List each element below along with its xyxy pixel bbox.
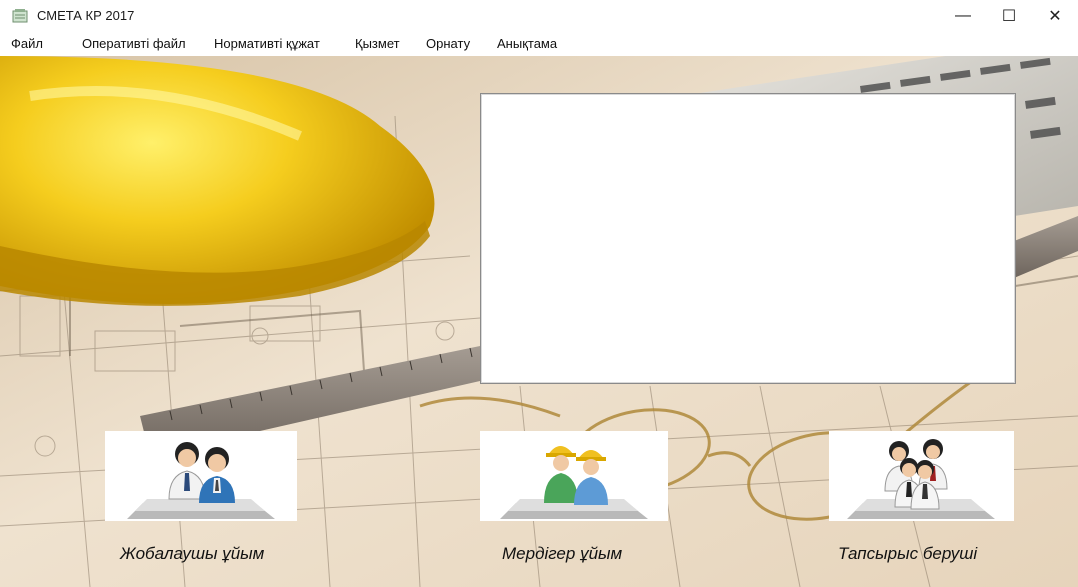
designers-tile[interactable] bbox=[105, 431, 297, 521]
menu-help[interactable]: Анықтама bbox=[497, 36, 557, 51]
designers-icon bbox=[127, 442, 275, 519]
minimize-icon: — bbox=[955, 7, 971, 24]
customers-tile[interactable] bbox=[829, 431, 1014, 521]
main-area: Жобалаушы ұйым Мердігер ұйым Тапсырыс бе… bbox=[0, 56, 1078, 587]
app-window: СМЕТА КР 2017 — ☐ ✕ Файл Оперативті файл… bbox=[0, 0, 1078, 587]
app-icon bbox=[12, 9, 28, 23]
close-button[interactable]: ✕ bbox=[1032, 0, 1078, 32]
minimize-button[interactable]: — bbox=[940, 0, 986, 32]
title-bar[interactable]: СМЕТА КР 2017 — ☐ ✕ bbox=[0, 0, 1078, 32]
menu-settings[interactable]: Орнату bbox=[426, 36, 470, 51]
contractors-icon bbox=[500, 446, 648, 519]
menu-operative-file[interactable]: Оперативті файл bbox=[82, 36, 186, 51]
menu-file[interactable]: Файл bbox=[11, 36, 43, 51]
content-panel bbox=[480, 93, 1016, 384]
contractors-label[interactable]: Мердігер ұйым bbox=[502, 544, 622, 564]
maximize-icon: ☐ bbox=[1001, 8, 1017, 25]
menu-service[interactable]: Қызмет bbox=[355, 36, 400, 51]
contractors-tile[interactable] bbox=[480, 431, 668, 521]
designers-label[interactable]: Жобалаушы ұйым bbox=[120, 544, 264, 564]
maximize-button[interactable]: ☐ bbox=[986, 0, 1032, 32]
window-title: СМЕТА КР 2017 bbox=[37, 8, 135, 23]
menu-bar: Файл Оперативті файл Нормативті құжат Қы… bbox=[0, 32, 1078, 56]
customers-icon bbox=[847, 439, 995, 519]
close-icon: ✕ bbox=[1048, 8, 1062, 25]
customers-label[interactable]: Тапсырыс беруші bbox=[838, 544, 977, 564]
menu-normative-document[interactable]: Нормативті құжат bbox=[214, 36, 320, 51]
